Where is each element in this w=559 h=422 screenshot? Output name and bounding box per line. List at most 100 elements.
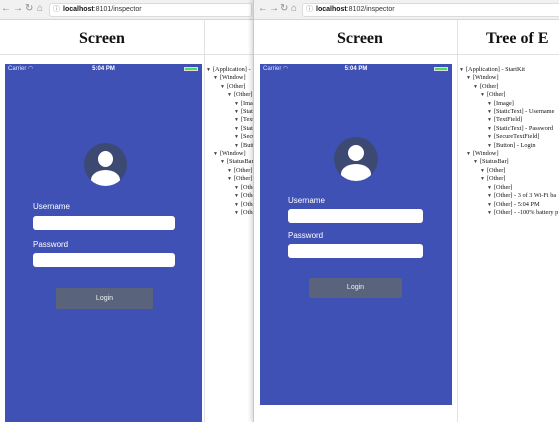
tree-node-label: [Application] -: [212, 66, 251, 73]
home-icon[interactable]: ⌂: [291, 3, 297, 15]
login-button[interactable]: Login: [56, 288, 153, 309]
tree-node[interactable]: ▼ [Other]: [459, 91, 558, 99]
address-bar[interactable]: ⓘ localhost:8101/inspector: [49, 3, 252, 17]
caret-down-icon[interactable]: ▼: [234, 186, 239, 191]
tree-node[interactable]: ▼ [Other] - 5:04 PM: [459, 201, 558, 209]
caret-down-icon[interactable]: ▼: [234, 127, 239, 132]
caret-down-icon[interactable]: ▼: [487, 203, 492, 208]
tree-node[interactable]: ▼[Static: [206, 108, 253, 116]
password-field[interactable]: [288, 244, 423, 258]
tree-node[interactable]: ▼ [SecureTextField]: [459, 133, 558, 141]
username-field[interactable]: [33, 216, 175, 230]
caret-down-icon[interactable]: ▼: [473, 85, 478, 90]
tree-node[interactable]: ▼ [Text: [206, 116, 253, 124]
caret-down-icon[interactable]: ▼: [234, 118, 239, 123]
caret-down-icon[interactable]: ▼: [213, 152, 218, 157]
address-bar[interactable]: ⓘ localhost:8102/inspector: [302, 3, 559, 17]
tree-node[interactable]: ▼ [Image]: [459, 100, 558, 108]
tree-node[interactable]: ▼ [Other]: [206, 175, 253, 183]
tree-node[interactable]: ▼ [Button] - Login: [459, 142, 558, 150]
caret-down-icon[interactable]: ▼: [487, 135, 492, 140]
tree-node[interactable]: ▼ [Application] -: [206, 66, 253, 74]
caret-down-icon[interactable]: ▼: [234, 203, 239, 208]
tree-node[interactable]: ▼ [Butt: [206, 142, 253, 150]
caret-down-icon[interactable]: ▼: [234, 194, 239, 199]
tree-node[interactable]: ▼ [Other] - 3 of 3 Wi-Fi ba: [459, 192, 558, 200]
caret-down-icon[interactable]: ▼: [206, 68, 211, 73]
caret-down-icon[interactable]: ▼: [487, 194, 492, 199]
caret-down-icon[interactable]: ▼: [487, 127, 492, 132]
tree-node[interactable]: ▼ [Other]: [459, 83, 558, 91]
caret-down-icon[interactable]: ▼: [480, 169, 485, 174]
tree-node[interactable]: ▼[Othe: [206, 201, 253, 209]
tree-node-label: [SecureTextField]: [493, 133, 540, 141]
reload-icon[interactable]: ↻: [25, 3, 33, 15]
back-arrow-icon[interactable]: ←: [258, 3, 268, 15]
caret-down-icon[interactable]: ▼: [487, 102, 492, 107]
tree-node-label: [StaticText] - Password: [493, 124, 553, 132]
tree-node[interactable]: ▼[Othe: [206, 184, 253, 192]
caret-down-icon[interactable]: ▼: [487, 186, 492, 191]
tree-node[interactable]: ▼ [StatusBar]: [206, 158, 253, 166]
caret-down-icon[interactable]: ▼: [227, 93, 232, 98]
caret-down-icon[interactable]: ▼: [234, 211, 239, 216]
caret-down-icon[interactable]: ▼: [487, 118, 492, 123]
tree-node[interactable]: ▼ [Other] - -100% battery p: [459, 209, 558, 217]
device-screenshot[interactable]: Carrier ◠ 5:04 PM Username Password Logi…: [260, 64, 452, 405]
caret-down-icon[interactable]: ▼: [234, 102, 239, 107]
tree-node[interactable]: ▼ [Window]: [206, 74, 253, 82]
caret-down-icon[interactable]: ▼: [459, 68, 464, 73]
tree-node[interactable]: ▼ [Application] - StartKit: [459, 66, 558, 74]
caret-down-icon[interactable]: ▼: [466, 76, 471, 81]
tree-node[interactable]: ▼[Stati: [206, 125, 253, 133]
caret-down-icon[interactable]: ▼: [466, 152, 471, 157]
tree-node[interactable]: ▼ [Window]: [459, 74, 558, 82]
tree-node[interactable]: ▼ [TextField]: [459, 116, 558, 124]
url-host: localhost: [63, 6, 94, 13]
reload-icon[interactable]: ↻: [280, 3, 288, 15]
back-arrow-icon[interactable]: ←: [1, 3, 11, 15]
right-browser-window: ← → ↻ ⌂ ⓘ localhost:8102/inspector Screen…: [253, 0, 559, 422]
tree-node[interactable]: ▼[Othe: [206, 209, 253, 217]
caret-down-icon[interactable]: ▼: [220, 160, 225, 165]
tree-node-label: [Othe: [240, 183, 253, 191]
tree-node-label: [Window]: [472, 74, 499, 82]
caret-down-icon[interactable]: ▼: [220, 85, 225, 90]
tree-node[interactable]: ▼ [StaticText] - Password: [459, 125, 558, 133]
tree-node[interactable]: ▼ [Other]: [206, 167, 253, 175]
tree-node[interactable]: ▼ [Other]: [459, 184, 558, 192]
tree-node[interactable]: ▼[Othe: [206, 192, 253, 200]
caret-down-icon[interactable]: ▼: [487, 110, 492, 115]
tree-node[interactable]: ▼ [Other]: [206, 91, 253, 99]
tree-node[interactable]: ▼ [Other]: [459, 175, 558, 183]
tree-node-label: [StatusBar]: [226, 158, 253, 166]
home-icon[interactable]: ⌂: [37, 3, 43, 15]
tree-node[interactable]: ▼ [StaticText] - Username: [459, 108, 558, 116]
caret-down-icon[interactable]: ▼: [234, 110, 239, 115]
caret-down-icon[interactable]: ▼: [213, 76, 218, 81]
caret-down-icon[interactable]: ▼: [234, 135, 239, 140]
tree-node[interactable]: ▼ [Other]: [206, 83, 253, 91]
avatar-image: [84, 143, 127, 186]
caret-down-icon[interactable]: ▼: [487, 144, 492, 149]
caret-down-icon[interactable]: ▼: [473, 160, 478, 165]
username-field[interactable]: [288, 209, 423, 223]
tree-node[interactable]: ▼ [Other]: [459, 167, 558, 175]
tree-node[interactable]: ▼[Secur: [206, 133, 253, 141]
caret-down-icon[interactable]: ▼: [480, 93, 485, 98]
forward-arrow-icon[interactable]: →: [13, 3, 23, 15]
caret-down-icon[interactable]: ▼: [227, 177, 232, 182]
password-field[interactable]: [33, 253, 175, 267]
forward-arrow-icon[interactable]: →: [269, 3, 279, 15]
tree-node[interactable]: ▼ [StatusBar]: [459, 158, 558, 166]
caret-down-icon[interactable]: ▼: [234, 144, 239, 149]
ios-status-bar: Carrier ◠ 5:04 PM: [5, 64, 202, 74]
caret-down-icon[interactable]: ▼: [487, 211, 492, 216]
tree-node[interactable]: ▼ [Window]: [459, 150, 558, 158]
tree-node[interactable]: ▼[Image: [206, 100, 253, 108]
login-button[interactable]: Login: [309, 278, 402, 298]
caret-down-icon[interactable]: ▼: [480, 177, 485, 182]
device-screenshot[interactable]: Carrier ◠ 5:04 PM Username Password Logi…: [5, 64, 202, 422]
tree-node[interactable]: ▼ [Window]: [206, 150, 253, 158]
caret-down-icon[interactable]: ▼: [227, 169, 232, 174]
